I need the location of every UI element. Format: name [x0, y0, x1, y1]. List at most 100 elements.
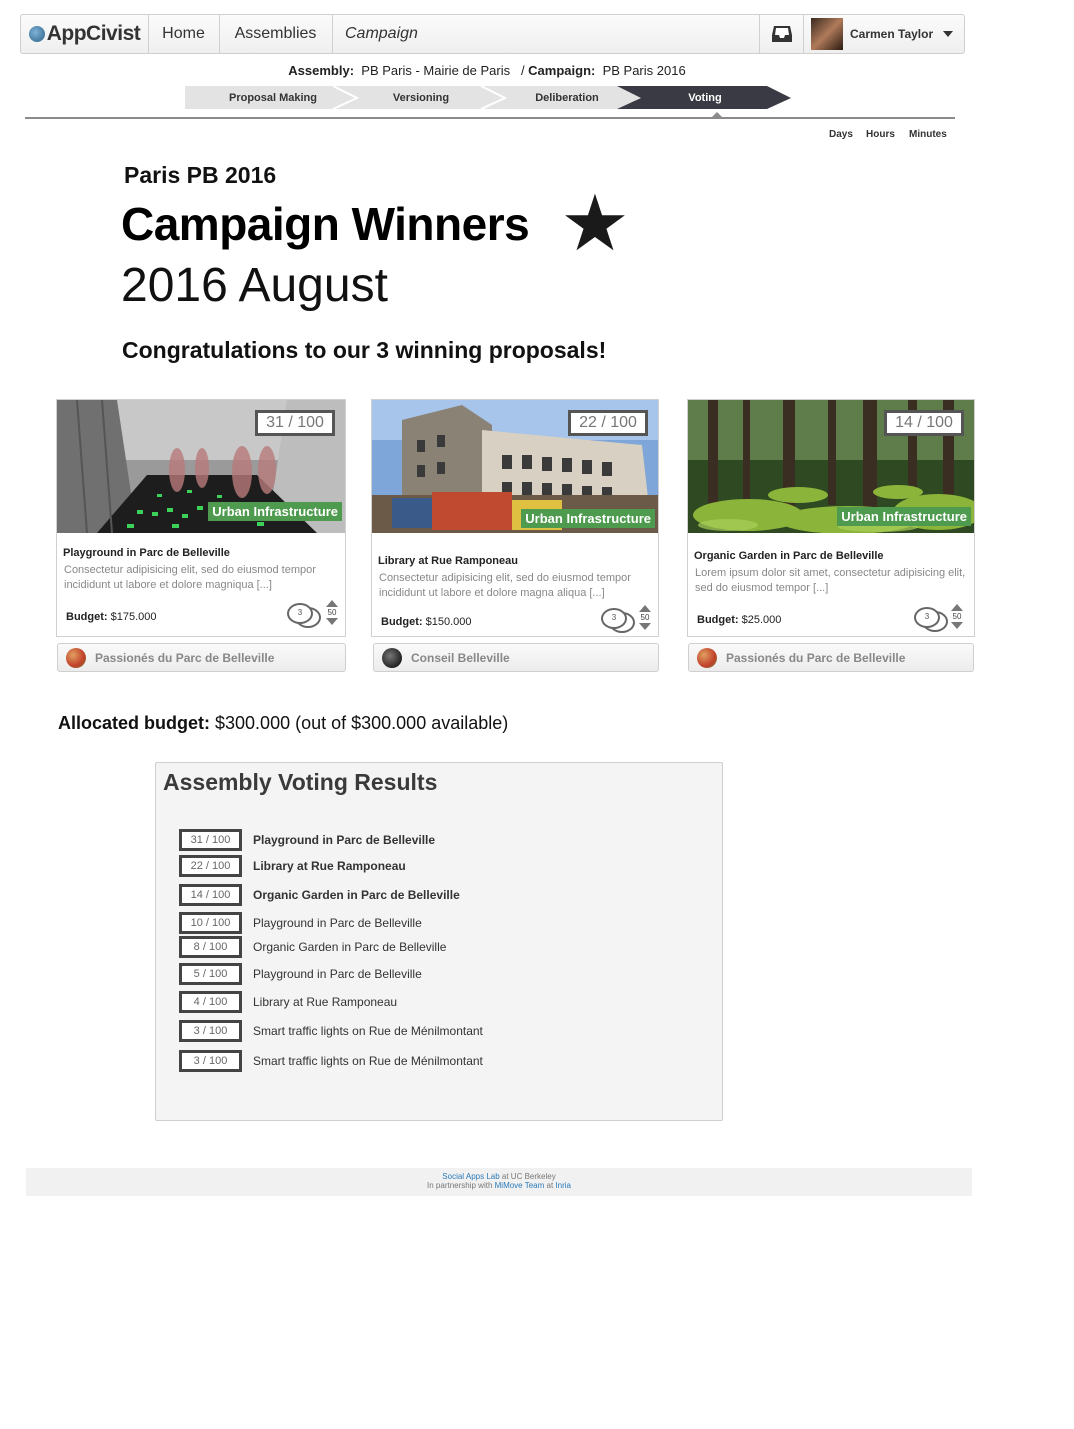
budget-label: Budget:	[697, 614, 739, 626]
time-unit-hours: Hours	[866, 129, 895, 140]
comments-icon[interactable]: 3	[601, 608, 627, 629]
proposal-budget: Budget: $175.000	[66, 611, 157, 623]
top-navbar: AppCivist Home Assemblies Campaign Carme…	[20, 14, 965, 54]
group-name: Passionés du Parc de Belleville	[726, 650, 906, 665]
comments-icon[interactable]: 3	[914, 607, 940, 628]
chevron-down-icon	[943, 31, 954, 37]
result-score-badge: 10 / 100	[179, 912, 242, 934]
phase-voting[interactable]: Voting	[630, 86, 780, 109]
group-avatar	[697, 647, 717, 668]
result-score-badge: 5 / 100	[179, 963, 242, 985]
phase-deliberation[interactable]: Deliberation	[492, 86, 642, 109]
proposal-score-badge: 22 / 100	[568, 410, 648, 436]
proposal-description: Consectetur adipisicing elit, sed do eiu…	[379, 572, 631, 599]
inbox-icon	[771, 26, 792, 42]
proposal-group[interactable]: Passionés du Parc de Belleville	[688, 643, 974, 672]
proposal-budget: Budget: $150.000	[381, 616, 472, 628]
category-tag[interactable]: Urban Infrastructure	[208, 502, 342, 521]
result-score-badge: 3 / 100	[179, 1050, 242, 1072]
group-avatar	[382, 647, 402, 668]
vote-count: 50	[640, 613, 650, 622]
proposal-group[interactable]: Conseil Belleville	[373, 643, 659, 672]
phase-timeline	[25, 117, 955, 119]
proposal-group[interactable]: Passionés du Parc de Belleville	[57, 643, 346, 672]
social-apps-lab-link[interactable]: Social Apps Lab	[442, 1172, 499, 1181]
group-avatar	[66, 647, 86, 668]
footer: Social Apps Lab at UC Berkeley In partne…	[26, 1168, 972, 1196]
budget-value: $25.000	[741, 614, 782, 626]
result-score-badge: 22 / 100	[179, 855, 242, 877]
time-unit-minutes: Minutes	[909, 129, 947, 140]
footer-line-2: In partnership with MiMove Team at Inria	[26, 1181, 972, 1190]
mimove-team-link[interactable]: MiMove Team	[495, 1181, 545, 1190]
proposal-title[interactable]: Playground in Parc de Belleville	[63, 547, 230, 559]
breadcrumb: Assembly: PB Paris - Mairie de Paris / C…	[288, 63, 686, 78]
user-menu[interactable]: Carmen Taylor	[802, 15, 964, 53]
result-proposal-name[interactable]: Playground in Parc de Belleville	[253, 967, 422, 981]
result-proposal-name[interactable]: Playground in Parc de Belleville	[253, 916, 422, 930]
proposal-description: Lorem ipsum dolor sit amet, consectetur …	[695, 567, 966, 594]
allocated-label: Allocated budget:	[58, 713, 210, 733]
proposal-budget: Budget: $25.000	[697, 614, 781, 626]
comments-icon[interactable]: 3	[287, 603, 313, 624]
result-proposal-name[interactable]: Playground in Parc de Belleville	[253, 833, 435, 847]
downvote-icon[interactable]	[951, 622, 963, 629]
allocated-budget: Allocated budget: $300.000 (out of $300.…	[58, 713, 508, 734]
nav-assemblies-link[interactable]: Assemblies	[219, 15, 333, 53]
assembly-value[interactable]: PB Paris - Mairie de Paris	[361, 63, 510, 78]
campaign-value[interactable]: PB Paris 2016	[603, 63, 686, 78]
phase-proposal-making[interactable]: Proposal Making	[185, 86, 361, 109]
page-title: Campaign Winners	[121, 198, 530, 250]
proposal-description: Consectetur adipisicing elit, sed do eiu…	[64, 564, 316, 591]
category-tag[interactable]: Urban Infrastructure	[521, 509, 655, 528]
appcivist-logo[interactable]: AppCivist	[21, 15, 149, 53]
result-score-badge: 14 / 100	[179, 884, 242, 906]
budget-value: $150.000	[425, 616, 472, 628]
star-icon: ★	[560, 179, 630, 267]
result-score-badge: 8 / 100	[179, 936, 242, 958]
result-score-badge: 4 / 100	[179, 991, 242, 1013]
vote-control[interactable]: 50	[950, 604, 964, 629]
downvote-icon[interactable]	[639, 623, 651, 630]
group-name: Passionés du Parc de Belleville	[95, 650, 275, 665]
downvote-icon[interactable]	[326, 618, 338, 625]
proposal-title[interactable]: Organic Garden in Parc de Belleville	[694, 550, 884, 562]
budget-value: $175.000	[110, 611, 157, 623]
proposal-score-badge: 31 / 100	[255, 410, 335, 436]
result-proposal-name[interactable]: Library at Rue Ramponeau	[253, 859, 406, 873]
result-score-badge: 31 / 100	[179, 829, 242, 851]
vote-control[interactable]: 50	[325, 600, 339, 625]
budget-label: Budget:	[381, 616, 423, 628]
result-proposal-name[interactable]: Smart traffic lights on Rue de Ménilmont…	[253, 1024, 483, 1038]
logo-text: AppCivist	[46, 22, 141, 45]
user-name: Carmen Taylor	[850, 27, 934, 41]
proposal-card[interactable]: 31 / 100 Urban Infrastructure Playground…	[56, 399, 346, 637]
vote-count: 50	[327, 608, 337, 617]
result-proposal-name[interactable]: Smart traffic lights on Rue de Ménilmont…	[253, 1054, 483, 1068]
inbox-button[interactable]	[759, 15, 804, 53]
phase-versioning[interactable]: Versioning	[345, 86, 497, 109]
category-tag[interactable]: Urban Infrastructure	[837, 507, 971, 526]
campaign-name: Paris PB 2016	[124, 162, 277, 188]
upvote-icon[interactable]	[639, 605, 651, 612]
nav-campaign-link[interactable]: Campaign	[332, 15, 432, 53]
proposal-title[interactable]: Library at Rue Ramponeau	[378, 555, 518, 567]
nav-home-link[interactable]: Home	[148, 15, 220, 53]
upvote-icon[interactable]	[951, 604, 963, 611]
vote-control[interactable]: 50	[638, 605, 652, 630]
result-proposal-name[interactable]: Organic Garden in Parc de Belleville	[253, 888, 460, 902]
congrats-message: Congratulations to our 3 winning proposa…	[122, 337, 607, 363]
footer-text: at	[544, 1181, 556, 1190]
proposal-card[interactable]: 22 / 100 Urban Infrastructure Library at…	[371, 399, 659, 637]
time-unit-days: Days	[829, 129, 853, 140]
voting-results-panel: Assembly Voting Results 31 / 100 Playgrou…	[155, 762, 723, 1121]
inria-link[interactable]: Inria	[555, 1181, 571, 1190]
vote-count: 50	[952, 612, 962, 621]
result-proposal-name[interactable]: Organic Garden in Parc de Belleville	[253, 940, 446, 954]
upvote-icon[interactable]	[326, 600, 338, 607]
allocated-value: $300.000 (out of $300.000 available)	[215, 713, 509, 733]
group-name: Conseil Belleville	[411, 650, 510, 665]
proposal-card[interactable]: 14 / 100 Urban Infrastructure Organic Ga…	[687, 399, 975, 637]
result-proposal-name[interactable]: Library at Rue Ramponeau	[253, 995, 397, 1009]
results-title: Assembly Voting Results	[163, 769, 438, 795]
